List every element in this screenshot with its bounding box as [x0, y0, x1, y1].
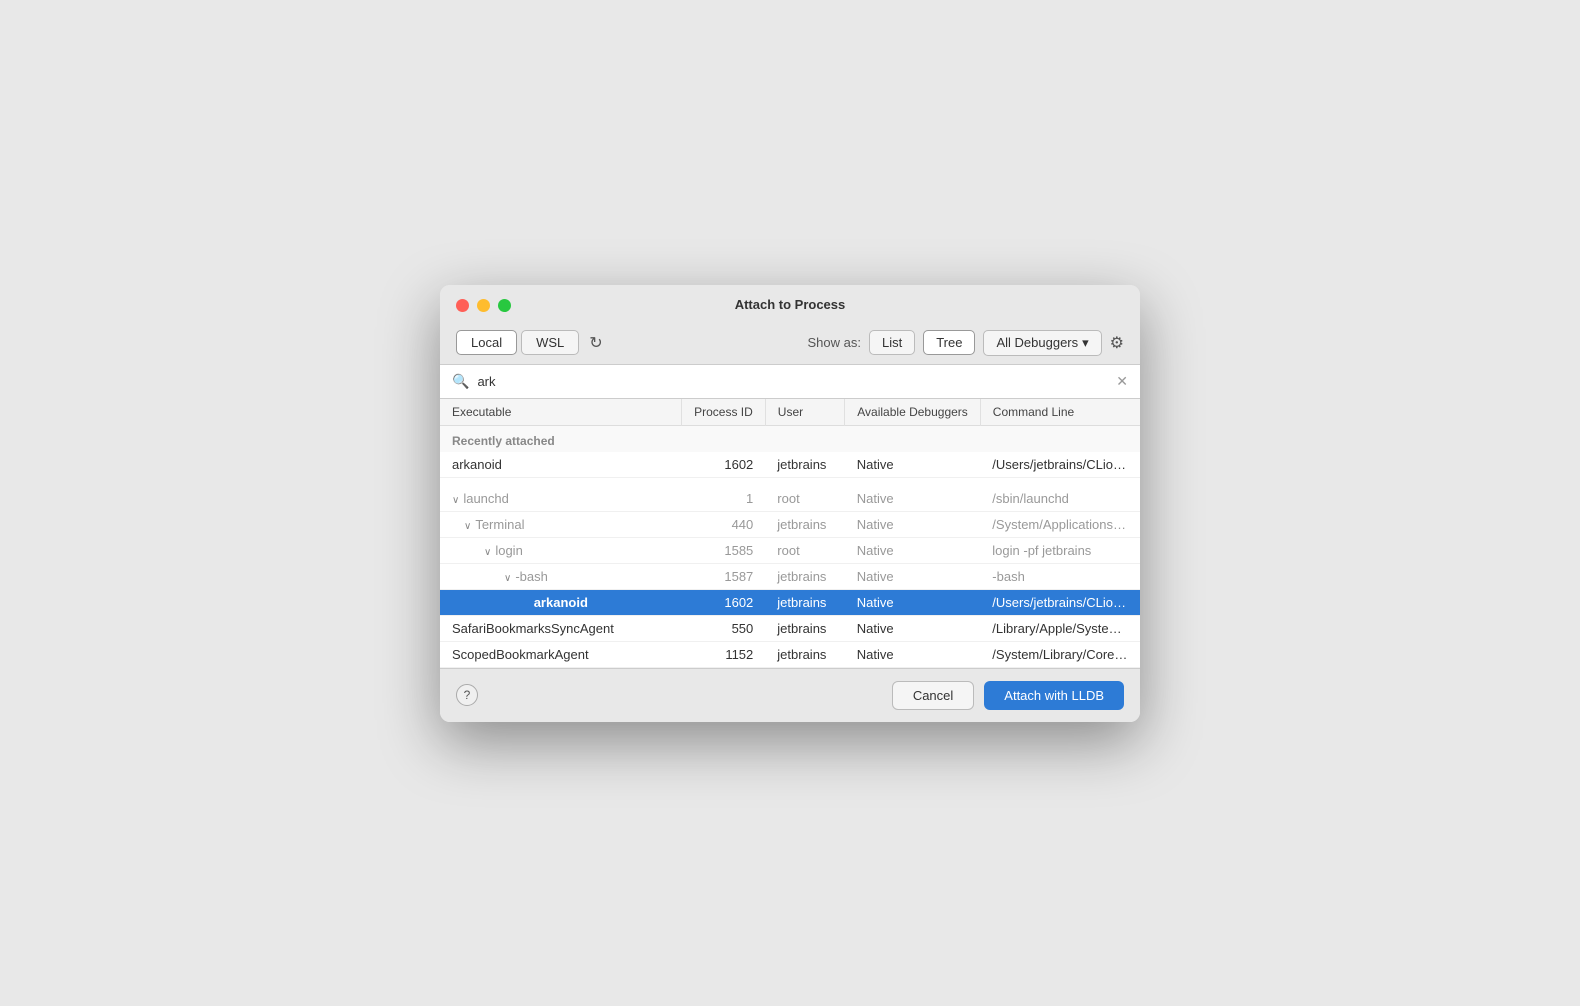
cmdline-cell: /Users/jetbrains/CLionProjects/basic...	[980, 452, 1140, 478]
user-cell: root	[765, 486, 844, 512]
table-row[interactable]: arkanoid 1602 jetbrains Native /Users/je…	[440, 452, 1140, 478]
recently-attached-label: Recently attached	[440, 425, 1140, 452]
cancel-button[interactable]: Cancel	[892, 681, 974, 710]
cmdline-cell: /System/Library/CoreServices/Scope...	[980, 641, 1140, 667]
toolbar-right: Show as: List Tree All Debuggers ▾ ⚙	[808, 330, 1125, 356]
search-icon: 🔍	[452, 373, 469, 390]
cmdline-cell: /Users/jetbrains/CLionProjects/basic...	[980, 589, 1140, 615]
debuggers-dropdown[interactable]: All Debuggers ▾	[983, 330, 1101, 356]
pid-cell: 1602	[682, 452, 766, 478]
process-table: Executable Process ID User Available Deb…	[440, 399, 1140, 668]
debuggers-cell: Native	[845, 486, 981, 512]
list-view-button[interactable]: List	[869, 330, 915, 355]
executable-cell: ∨login	[440, 537, 682, 563]
show-as-label: Show as:	[808, 335, 861, 350]
maximize-button[interactable]	[498, 299, 511, 312]
process-table-container: Executable Process ID User Available Deb…	[440, 399, 1140, 668]
pid-cell: 1	[682, 486, 766, 512]
attach-button[interactable]: Attach with LLDB	[984, 681, 1124, 710]
pid-cell: 1587	[682, 563, 766, 589]
chevron-down-icon: ∨	[464, 521, 471, 532]
refresh-button[interactable]: ↻	[583, 331, 608, 355]
settings-button[interactable]: ⚙	[1110, 333, 1124, 353]
minimize-button[interactable]	[477, 299, 490, 312]
table-row[interactable]: SafariBookmarksSyncAgent 550 jetbrains N…	[440, 615, 1140, 641]
search-input[interactable]	[477, 374, 1108, 389]
debuggers-cell: Native	[845, 641, 981, 667]
executable-cell: ∨Terminal	[440, 511, 682, 537]
window-controls	[456, 299, 511, 312]
table-row[interactable]: ∨launchd 1 root Native /sbin/launchd	[440, 486, 1140, 512]
user-cell: jetbrains	[765, 452, 844, 478]
header-executable: Executable	[440, 399, 682, 426]
dialog-title: Attach to Process	[735, 297, 846, 322]
pid-cell: 1152	[682, 641, 766, 667]
footer: ? Cancel Attach with LLDB	[440, 668, 1140, 722]
help-button[interactable]: ?	[456, 684, 478, 706]
user-cell: jetbrains	[765, 563, 844, 589]
recently-attached-header: Recently attached	[440, 425, 1140, 452]
debuggers-cell: Native	[845, 511, 981, 537]
table-row[interactable]: ∨Terminal 440 jetbrains Native /System/A…	[440, 511, 1140, 537]
debuggers-cell: Native	[845, 589, 981, 615]
executable-cell: arkanoid	[440, 452, 682, 478]
executable-cell: arkanoid	[440, 589, 682, 615]
cmdline-cell: /System/Applications/Utilities/Termin...	[980, 511, 1140, 537]
cmdline-cell: login -pf jetbrains	[980, 537, 1140, 563]
user-cell: jetbrains	[765, 511, 844, 537]
user-cell: jetbrains	[765, 589, 844, 615]
executable-cell: ∨launchd	[440, 486, 682, 512]
tree-view-button[interactable]: Tree	[923, 330, 975, 355]
debuggers-cell: Native	[845, 615, 981, 641]
table-row[interactable]: ScopedBookmarkAgent 1152 jetbrains Nativ…	[440, 641, 1140, 667]
spacer-row	[440, 477, 1140, 486]
user-cell: jetbrains	[765, 615, 844, 641]
cmdline-cell: /Library/Apple/System/Library/CoreSe...	[980, 615, 1140, 641]
debuggers-cell: Native	[845, 452, 981, 478]
dialog: Attach to Process Local WSL ↻ Show as: L…	[440, 285, 1140, 722]
footer-buttons: Cancel Attach with LLDB	[892, 681, 1124, 710]
search-bar: 🔍 ✕	[440, 365, 1140, 399]
table-row[interactable]: ∨-bash 1587 jetbrains Native -bash	[440, 563, 1140, 589]
header-user: User	[765, 399, 844, 426]
toolbar-left: Local WSL ↻	[456, 330, 609, 355]
cmdline-cell: -bash	[980, 563, 1140, 589]
chevron-down-icon: ▾	[1082, 335, 1089, 351]
table-header-row: Executable Process ID User Available Deb…	[440, 399, 1140, 426]
header-debuggers: Available Debuggers	[845, 399, 981, 426]
user-cell: jetbrains	[765, 641, 844, 667]
close-button[interactable]	[456, 299, 469, 312]
debuggers-cell: Native	[845, 537, 981, 563]
title-bar: Attach to Process	[440, 285, 1140, 322]
cmdline-cell: /sbin/launchd	[980, 486, 1140, 512]
table-row-selected[interactable]: arkanoid 1602 jetbrains Native /Users/je…	[440, 589, 1140, 615]
wsl-tab[interactable]: WSL	[521, 330, 579, 355]
header-pid: Process ID	[682, 399, 766, 426]
toolbar: Local WSL ↻ Show as: List Tree All Debug…	[440, 322, 1140, 365]
pid-cell: 440	[682, 511, 766, 537]
header-cmdline: Command Line	[980, 399, 1140, 426]
chevron-down-icon: ∨	[452, 495, 459, 506]
pid-cell: 1585	[682, 537, 766, 563]
debuggers-cell: Native	[845, 563, 981, 589]
executable-cell: ScopedBookmarkAgent	[440, 641, 682, 667]
executable-cell: ∨-bash	[440, 563, 682, 589]
executable-cell: SafariBookmarksSyncAgent	[440, 615, 682, 641]
chevron-down-icon: ∨	[484, 547, 491, 558]
table-row[interactable]: ∨login 1585 root Native login -pf jetbra…	[440, 537, 1140, 563]
pid-cell: 550	[682, 615, 766, 641]
clear-search-button[interactable]: ✕	[1116, 373, 1128, 390]
user-cell: root	[765, 537, 844, 563]
local-tab[interactable]: Local	[456, 330, 517, 355]
pid-cell: 1602	[682, 589, 766, 615]
chevron-down-icon: ∨	[504, 573, 511, 584]
